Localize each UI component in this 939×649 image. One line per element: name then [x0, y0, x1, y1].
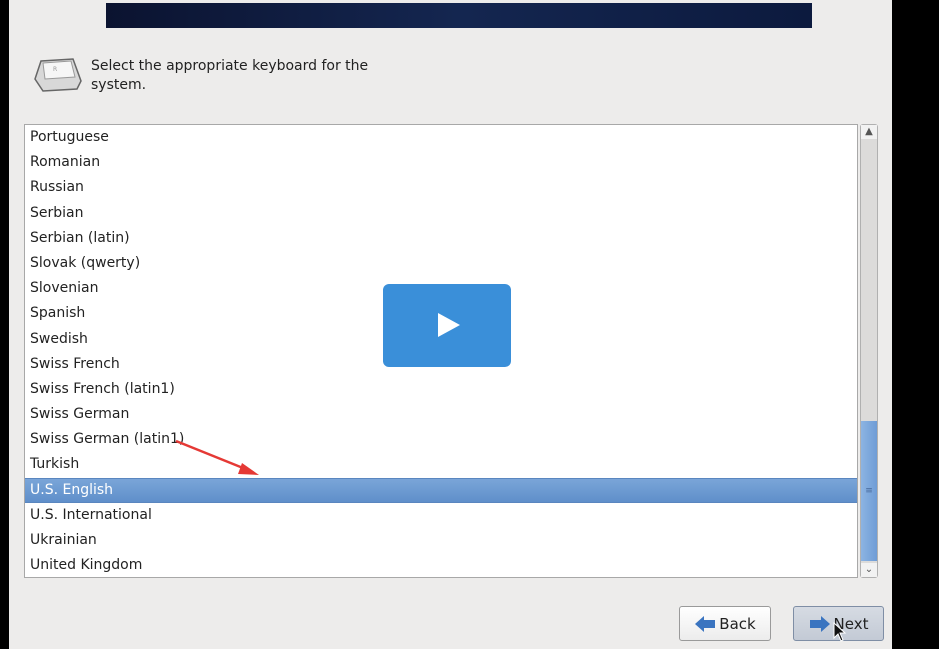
scroll-down-arrow-icon[interactable]: ⌄ — [861, 563, 877, 577]
keyboard-list-item[interactable]: Swiss German (latin1) — [25, 427, 857, 452]
scrollbar-thumb[interactable]: ≡ — [861, 421, 877, 561]
back-button[interactable]: Back — [679, 606, 771, 641]
header-banner — [106, 3, 812, 28]
keyboard-key-icon: R — [34, 58, 82, 92]
keyboard-list-item[interactable]: Ukrainian — [25, 528, 857, 553]
instruction-text: Select the appropriate keyboard for the … — [91, 58, 369, 93]
keyboard-list-item[interactable]: Portuguese — [25, 125, 857, 150]
svg-text:R: R — [53, 66, 57, 73]
mouse-cursor-icon — [833, 622, 847, 642]
keyboard-list-item[interactable]: Serbian — [25, 201, 857, 226]
scrollbar[interactable]: ▲ ≡ ⌄ — [860, 124, 878, 578]
keyboard-list-item[interactable]: U.S. International — [25, 503, 857, 528]
keyboard-list-item[interactable]: Turkish — [25, 452, 857, 477]
keyboard-list-item[interactable]: U.S. English — [25, 477, 857, 503]
video-play-button[interactable] — [383, 284, 511, 367]
keyboard-list-item[interactable]: Slovak (qwerty) — [25, 251, 857, 276]
back-arrow-icon — [695, 615, 716, 632]
keyboard-list-item[interactable]: Swiss French (latin1) — [25, 377, 857, 402]
keyboard-list-item[interactable]: United Kingdom — [25, 553, 857, 577]
scroll-up-arrow-icon[interactable]: ▲ — [861, 125, 877, 139]
keyboard-list-item[interactable]: Swiss German — [25, 402, 857, 427]
back-label: Back — [719, 614, 756, 633]
keyboard-list-item[interactable]: Russian — [25, 175, 857, 200]
keyboard-list-item[interactable]: Serbian (latin) — [25, 226, 857, 251]
keyboard-list-item[interactable]: Romanian — [25, 150, 857, 175]
next-arrow-icon — [809, 615, 830, 632]
